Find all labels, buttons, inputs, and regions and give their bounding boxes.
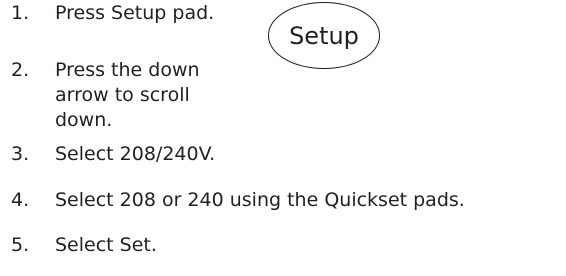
setup-pad-label: Setup <box>289 21 359 50</box>
step-number: 3. <box>11 143 30 165</box>
step-text: Select Set. <box>55 234 157 256</box>
step-number: 2. <box>11 59 30 81</box>
step-text: Select 208/240V. <box>55 143 216 165</box>
step-number: 4. <box>11 189 30 211</box>
step-number: 5. <box>11 234 30 256</box>
setup-pad-button[interactable]: Setup <box>268 2 380 69</box>
step-text: Press Setup pad. <box>55 2 215 24</box>
step-text: Select 208 or 240 using the Quickset pad… <box>55 189 465 211</box>
instruction-page: 1. Press Setup pad. Setup 2. Press the d… <box>0 0 566 276</box>
step-text: Press the down arrow to scroll down. <box>55 59 200 131</box>
step-number: 1. <box>11 2 30 24</box>
